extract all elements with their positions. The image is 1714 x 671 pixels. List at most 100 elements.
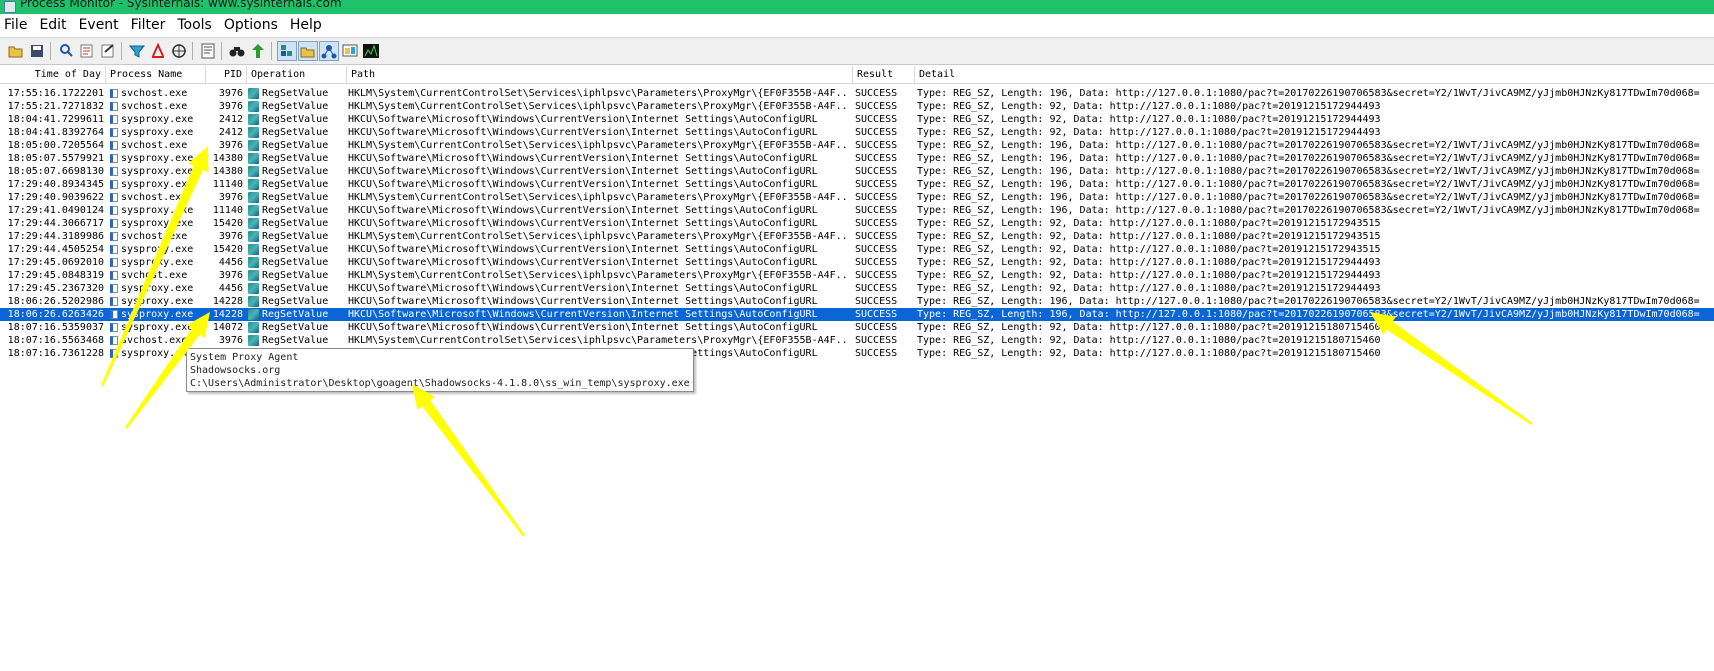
- cell-process: sysproxy.exe: [110, 152, 204, 165]
- cell-detail: Type: REG_SZ, Length: 92, Data: http://1…: [917, 257, 1381, 268]
- column-detail[interactable]: Detail: [915, 66, 1714, 83]
- cell-result: SUCCESS: [855, 296, 898, 307]
- process-name: svchost.exe: [121, 88, 188, 99]
- menu-file[interactable]: File: [0, 14, 33, 36]
- cell-operation: RegSetValue: [248, 308, 344, 321]
- table-row[interactable]: 17:29:45.2367320 sysproxy.exe 4456 RegSetVa…: [0, 282, 1714, 295]
- column-process-name[interactable]: Process Name: [106, 66, 206, 83]
- cell-time: 18:05:00.7205564: [7, 140, 104, 151]
- column-header: Time of Day Process Name PID Operation P…: [0, 66, 1714, 84]
- cell-time: 17:55:16.1722201: [7, 88, 104, 99]
- tooltip-path: C:\Users\Administrator\Desktop\goagent\S…: [190, 378, 690, 389]
- table-row-selected[interactable]: 18:06:26.6263426 sysproxy.exe 14228 RegSetV…: [0, 308, 1714, 321]
- operation-name: RegSetValue: [262, 88, 329, 99]
- process-name: svchost.exe: [121, 335, 188, 346]
- menu-tools[interactable]: Tools: [171, 14, 218, 36]
- profiling-activity-icon[interactable]: [361, 41, 381, 61]
- process-name: sysproxy.exe: [121, 114, 194, 125]
- operation-name: RegSetValue: [262, 166, 329, 177]
- registry-icon: [248, 283, 259, 294]
- cell-time: 18:04:41.7299611: [7, 114, 104, 125]
- open-folder-icon[interactable]: [6, 41, 26, 61]
- cell-time: 18:07:16.7361228: [7, 348, 104, 359]
- table-row[interactable]: 17:29:44.3189986 svchost.exe 3976 RegSetVal…: [0, 230, 1714, 243]
- cell-operation: RegSetValue: [248, 152, 344, 165]
- cell-detail: Type: REG_SZ, Length: 92, Data: http://1…: [917, 127, 1381, 138]
- cell-time: 17:29:45.2367320: [7, 283, 104, 294]
- cell-result: SUCCESS: [855, 335, 898, 346]
- find-icon[interactable]: [227, 41, 247, 61]
- table-row[interactable]: 17:55:21.7271832 svchost.exe 3976 RegSetVal…: [0, 100, 1714, 113]
- cell-result: SUCCESS: [855, 244, 898, 255]
- cell-pid: 15420: [212, 244, 243, 255]
- highlight-icon[interactable]: [148, 41, 168, 61]
- cell-result: SUCCESS: [855, 179, 898, 190]
- filter-icon[interactable]: [127, 41, 147, 61]
- table-row[interactable]: 18:04:41.8392764 sysproxy.exe 2412 RegSetVa…: [0, 126, 1714, 139]
- table-row[interactable]: 17:29:45.0848319 svchost.exe 3976 RegSetVal…: [0, 269, 1714, 282]
- clear-icon[interactable]: [98, 41, 118, 61]
- table-row[interactable]: 18:05:00.7205564 svchost.exe 3976 RegSetVal…: [0, 139, 1714, 152]
- cell-process: sysproxy.exe: [110, 165, 204, 178]
- table-row[interactable]: 17:29:44.4505254 sysproxy.exe 15420 RegSetV…: [0, 243, 1714, 256]
- table-row[interactable]: 18:05:07.5579921 sysproxy.exe 14380 RegSetV…: [0, 152, 1714, 165]
- save-icon[interactable]: [27, 41, 47, 61]
- process-icon: [110, 219, 118, 228]
- cell-result: SUCCESS: [855, 101, 898, 112]
- operation-name: RegSetValue: [262, 283, 329, 294]
- operation-name: RegSetValue: [262, 270, 329, 281]
- menu-help[interactable]: Help: [284, 14, 328, 36]
- cell-operation: RegSetValue: [248, 100, 344, 113]
- table-row[interactable]: 17:29:44.3066717 sysproxy.exe 15420 RegSetV…: [0, 217, 1714, 230]
- process-icon: [110, 284, 118, 293]
- process-name: sysproxy.exe: [121, 205, 194, 216]
- table-row[interactable]: 18:07:16.5359037 sysproxy.exe 14072 RegSetV…: [0, 321, 1714, 334]
- process-name: sysproxy.exe: [121, 348, 194, 359]
- cell-pid: 14228: [212, 309, 243, 320]
- column-path[interactable]: Path: [347, 66, 853, 83]
- table-row[interactable]: 17:29:40.8934345 sysproxy.exe 11140 RegSetV…: [0, 178, 1714, 191]
- column-time-of-day[interactable]: Time of Day: [0, 66, 106, 83]
- cell-pid: 3976: [218, 270, 243, 281]
- operation-name: RegSetValue: [262, 335, 329, 346]
- registry-icon: [248, 88, 259, 99]
- autoscroll-icon[interactable]: [77, 41, 97, 61]
- menu-edit[interactable]: Edit: [33, 14, 72, 36]
- window-title: Process Monitor - Sysinternals: www.sysi…: [20, 0, 342, 10]
- table-row[interactable]: 17:29:45.0692010 sysproxy.exe 4456 RegSetVa…: [0, 256, 1714, 269]
- event-list[interactable]: 17:55:16.1722201 svchost.exe 3976 RegSetVal…: [0, 87, 1714, 360]
- cell-pid: 14380: [212, 153, 243, 164]
- menu-filter[interactable]: Filter: [125, 14, 172, 36]
- cell-pid: 14228: [212, 296, 243, 307]
- cell-detail: Type: REG_SZ, Length: 196, Data: http://…: [917, 205, 1700, 216]
- table-row[interactable]: 18:05:07.6698130 sysproxy.exe 14380 RegSetV…: [0, 165, 1714, 178]
- column-result[interactable]: Result: [853, 66, 915, 83]
- column-pid[interactable]: PID: [206, 66, 247, 83]
- registry-icon: [248, 231, 259, 242]
- table-row[interactable]: 18:07:16.5563468 svchost.exe 3976 RegSetVal…: [0, 334, 1714, 347]
- operation-name: RegSetValue: [262, 140, 329, 151]
- cell-detail: Type: REG_SZ, Length: 92, Data: http://1…: [917, 101, 1381, 112]
- cell-process: sysproxy.exe: [110, 243, 204, 256]
- cell-pid: 3976: [218, 192, 243, 203]
- table-row[interactable]: 18:04:41.7299611 sysproxy.exe 2412 RegSetVa…: [0, 113, 1714, 126]
- cell-pid: 3976: [218, 101, 243, 112]
- table-row[interactable]: 17:29:40.9039622 svchost.exe 3976 RegSetVal…: [0, 191, 1714, 204]
- menu-options[interactable]: Options: [218, 14, 284, 36]
- process-icon: [110, 310, 118, 319]
- table-row[interactable]: 17:29:41.0490124 sysproxy.exe 11140 RegSetV…: [0, 204, 1714, 217]
- table-row[interactable]: 17:55:16.1722201 svchost.exe 3976 RegSetVal…: [0, 87, 1714, 100]
- column-operation[interactable]: Operation: [247, 66, 347, 83]
- cell-path: HKCU\Software\Microsoft\Windows\CurrentV…: [348, 127, 818, 138]
- table-row[interactable]: 18:06:26.5202986 sysproxy.exe 14228 RegSetV…: [0, 295, 1714, 308]
- filesystem-activity-icon[interactable]: [298, 41, 318, 61]
- magnifier-icon[interactable]: [56, 41, 76, 61]
- process-activity-icon[interactable]: [340, 41, 360, 61]
- jump-icon[interactable]: [248, 41, 268, 61]
- registry-activity-icon[interactable]: [277, 41, 297, 61]
- menu-event[interactable]: Event: [73, 14, 125, 36]
- process-tree-icon[interactable]: [198, 41, 218, 61]
- network-activity-icon[interactable]: [319, 41, 339, 61]
- target-icon[interactable]: [169, 41, 189, 61]
- registry-icon: [248, 101, 259, 112]
